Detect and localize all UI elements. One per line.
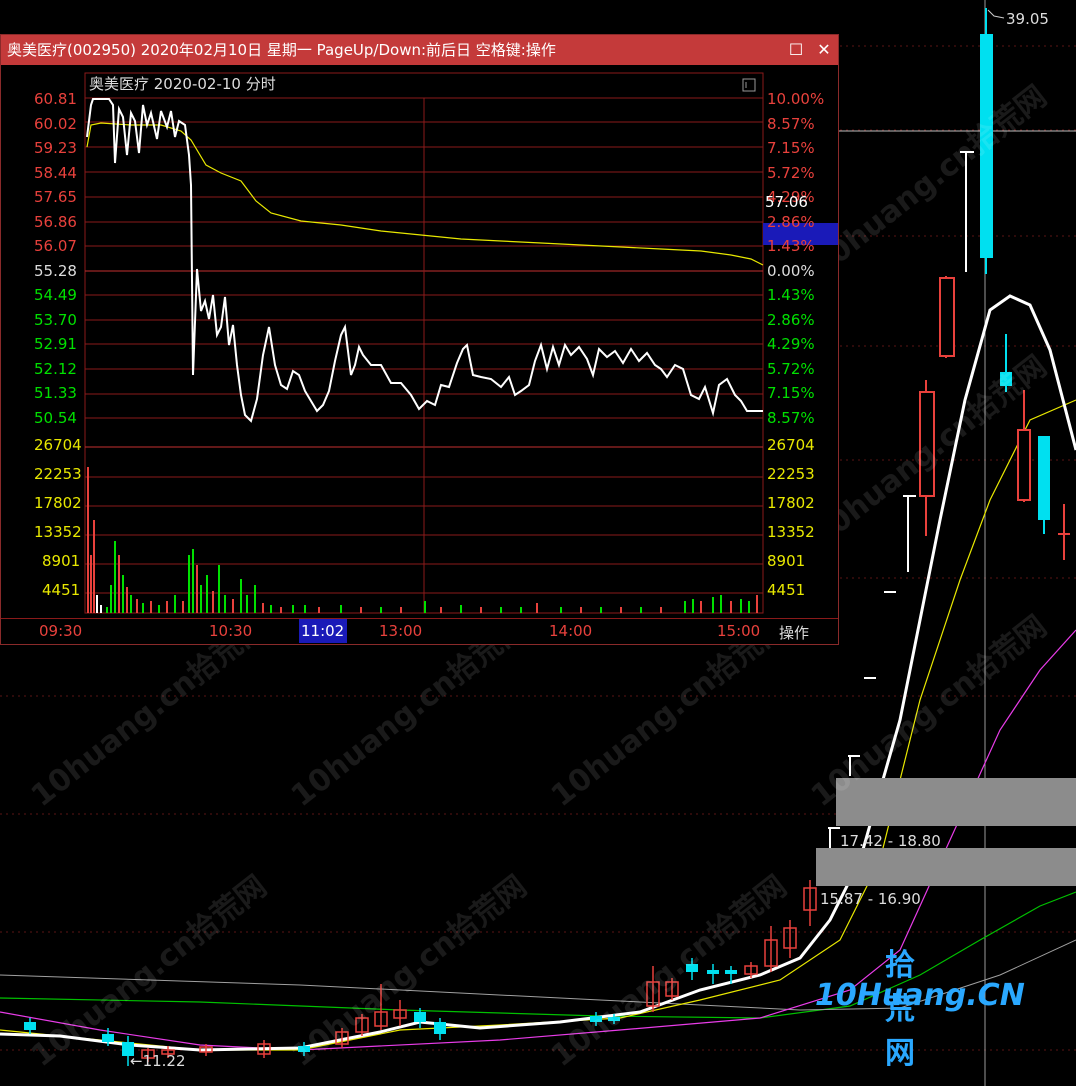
volume-tick: 13352 bbox=[34, 523, 82, 541]
cursor-price-label: 57.06 bbox=[765, 193, 808, 211]
price-tick: 56.86 bbox=[34, 213, 77, 231]
price-tick: 54.49 bbox=[34, 286, 77, 304]
pct-tick: 8.57% bbox=[767, 115, 815, 133]
price-tick: 60.81 bbox=[34, 90, 77, 108]
action-button[interactable]: 操作 bbox=[779, 622, 809, 643]
pct-tick: 10.00% bbox=[767, 90, 825, 108]
range-band-upper bbox=[836, 778, 1076, 826]
popup-titlebar[interactable]: 奥美医疗(002950) 2020年02月10日 星期一 PageUp/Down… bbox=[1, 35, 838, 65]
price-tick: 58.44 bbox=[34, 164, 77, 182]
volume-tick: 17802 bbox=[767, 494, 815, 512]
price-tick: 51.33 bbox=[34, 384, 77, 402]
price-tick: 52.12 bbox=[34, 360, 77, 378]
volume-tick: 22253 bbox=[767, 465, 815, 483]
pct-tick: 5.72% bbox=[767, 164, 815, 182]
pct-tick: 1.43% bbox=[767, 237, 815, 255]
price-low-label: ←11.22 bbox=[130, 1052, 186, 1070]
range-band-lower bbox=[816, 848, 1076, 886]
pct-tick: 8.57% bbox=[767, 409, 815, 427]
close-button[interactable]: ✕ bbox=[813, 35, 835, 65]
volume-tick: 4451 bbox=[42, 581, 81, 599]
logo-en: 10Huang.CN bbox=[815, 978, 1025, 1013]
time-tick: 15:00 bbox=[717, 622, 761, 640]
time-tick: 13:00 bbox=[379, 622, 423, 640]
cursor-time-label: 11:02 bbox=[301, 622, 345, 640]
price-tick: 60.02 bbox=[34, 115, 77, 133]
volume-tick: 8901 bbox=[42, 552, 81, 570]
volume-bars bbox=[87, 467, 758, 613]
pct-tick: 0.00% bbox=[767, 262, 815, 280]
pct-tick: 7.15% bbox=[767, 384, 815, 402]
pct-tick: 4.29% bbox=[767, 335, 815, 353]
pct-tick: 1.43% bbox=[767, 286, 815, 304]
popup-title: 奥美医疗(002950) 2020年02月10日 星期一 PageUp/Down… bbox=[7, 41, 556, 59]
intraday-popup-window[interactable]: 奥美医疗(002950) 2020年02月10日 星期一 PageUp/Down… bbox=[0, 34, 839, 645]
pct-tick: 5.72% bbox=[767, 360, 815, 378]
volume-tick: 26704 bbox=[767, 436, 815, 454]
range-label-upper: 17.42 - 18.80 bbox=[840, 832, 941, 850]
volume-tick: 13352 bbox=[767, 523, 815, 541]
price-tick: 57.65 bbox=[34, 188, 77, 206]
price-tick: 59.23 bbox=[34, 139, 77, 157]
price-tick: 53.70 bbox=[34, 311, 77, 329]
pct-tick: 2.86% bbox=[767, 213, 815, 231]
pct-tick: 2.86% bbox=[767, 311, 815, 329]
time-tick: 10:30 bbox=[209, 622, 253, 640]
pct-tick: 7.15% bbox=[767, 139, 815, 157]
maximize-button[interactable]: ☐ bbox=[785, 35, 807, 65]
chart-subtitle: 奥美医疗 2020-02-10 分时 bbox=[89, 75, 276, 93]
intraday-grid bbox=[85, 97, 763, 613]
volume-tick: 17802 bbox=[34, 494, 82, 512]
range-label-lower: 15.87 - 16.90 bbox=[820, 890, 921, 908]
time-tick: 14:00 bbox=[549, 622, 593, 640]
intraday-chart[interactable] bbox=[1, 65, 838, 645]
price-tick: 55.28 bbox=[34, 262, 77, 280]
settings-icon[interactable] bbox=[742, 78, 756, 92]
volume-tick: 4451 bbox=[767, 581, 806, 599]
price-tick: 52.91 bbox=[34, 335, 77, 353]
volume-tick: 26704 bbox=[34, 436, 82, 454]
price-tick: 56.07 bbox=[34, 237, 77, 255]
volume-tick: 8901 bbox=[767, 552, 806, 570]
time-tick: 09:30 bbox=[39, 622, 83, 640]
volume-tick: 22253 bbox=[34, 465, 82, 483]
price-high-label: 39.05 bbox=[1006, 10, 1049, 28]
price-tick: 50.54 bbox=[34, 409, 77, 427]
